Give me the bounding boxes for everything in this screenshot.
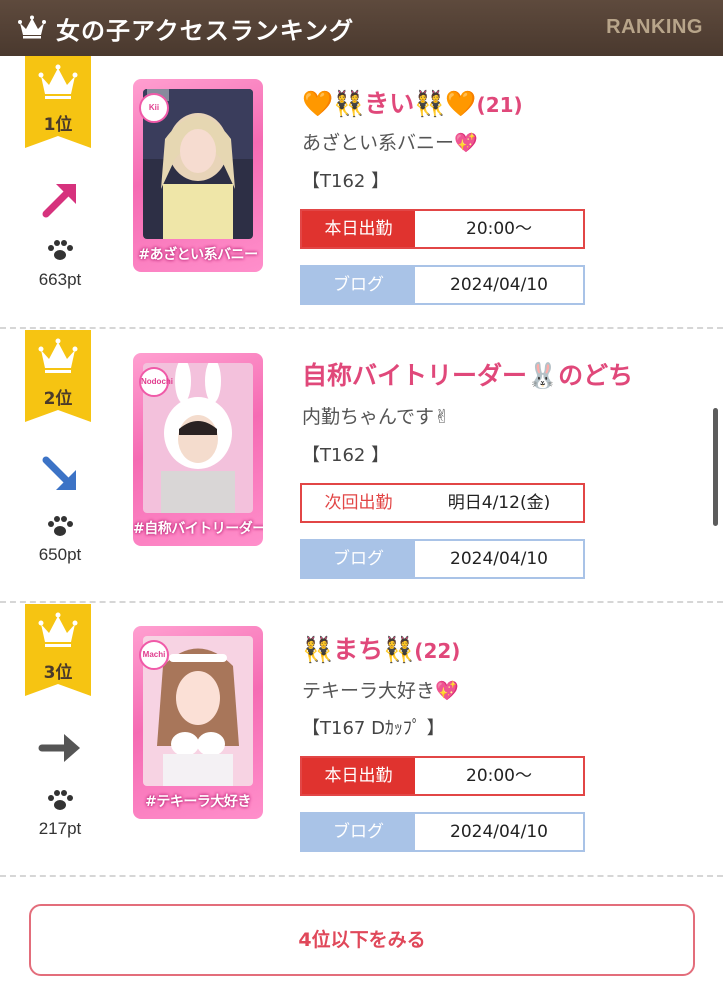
up-right-arrow-icon bbox=[42, 184, 76, 218]
catchphrase: あざとい系バニー💖 bbox=[302, 132, 478, 154]
girl-name[interactable]: 👯まち👯(22) bbox=[302, 630, 460, 666]
scrollbar[interactable] bbox=[713, 408, 718, 526]
blog-label: ブログ bbox=[302, 541, 415, 577]
paw-icon bbox=[48, 516, 73, 536]
shift-info: 次回出勤 明日4/12(金) bbox=[300, 483, 585, 523]
points-value: 663pt bbox=[38, 270, 82, 289]
right-arrow-icon bbox=[38, 734, 80, 762]
crown-icon bbox=[18, 15, 46, 39]
size-info: 【T162 】 bbox=[302, 445, 390, 466]
card-name-tag: Kii bbox=[139, 93, 169, 123]
shift-info: 本日出勤 20:00〜 bbox=[300, 209, 585, 249]
catchphrase: テキーラ大好き💖 bbox=[302, 680, 459, 702]
rank-label: 2位 bbox=[43, 389, 73, 409]
shift-label: 次回出勤 bbox=[302, 485, 415, 521]
rank-badge: 1位 bbox=[25, 56, 91, 148]
row-divider bbox=[0, 875, 723, 877]
shift-info: 本日出勤 20:00〜 bbox=[300, 756, 585, 796]
row-divider bbox=[0, 327, 723, 329]
rank-label: 3位 bbox=[43, 663, 73, 683]
paw-icon bbox=[48, 240, 73, 260]
shift-value: 20:00〜 bbox=[466, 766, 532, 786]
profile-photo-card[interactable]: Nodochi #自称バイトリーダー bbox=[133, 353, 263, 546]
blog-date: 2024/04/10 bbox=[450, 549, 548, 569]
blog-label: ブログ bbox=[302, 814, 415, 850]
blog-link[interactable]: ブログ 2024/04/10 bbox=[300, 265, 585, 305]
card-caption: #テキーラ大好き bbox=[145, 794, 251, 810]
rank-label: 1位 bbox=[43, 115, 73, 135]
row-divider bbox=[0, 601, 723, 603]
paw-icon bbox=[48, 790, 73, 810]
ranking-tag: RANKING bbox=[606, 16, 703, 38]
girl-name[interactable]: 自称バイトリーダー🐰のどち bbox=[302, 356, 633, 392]
girl-name[interactable]: 🧡👯きい👯🧡(21) bbox=[302, 84, 523, 120]
blog-link[interactable]: ブログ 2024/04/10 bbox=[300, 812, 585, 852]
shift-label: 本日出勤 bbox=[302, 758, 415, 794]
page-header: 女の子アクセスランキング RANKING bbox=[0, 0, 723, 56]
blog-label: ブログ bbox=[302, 267, 415, 303]
blog-date: 2024/04/10 bbox=[450, 822, 548, 842]
catchphrase: 内勤ちゃんです✌ bbox=[302, 406, 450, 428]
points-value: 217pt bbox=[38, 819, 82, 838]
page-title: 女の子アクセスランキング bbox=[56, 17, 355, 45]
profile-photo-card[interactable]: Kii #あざとい系バニー bbox=[133, 79, 263, 272]
profile-photo-card[interactable]: Machi #テキーラ大好き bbox=[133, 626, 263, 819]
size-info: 【T162 】 bbox=[302, 171, 390, 192]
card-name-tag: Machi bbox=[139, 640, 169, 670]
points-value: 650pt bbox=[38, 545, 82, 564]
shift-value: 20:00〜 bbox=[466, 219, 532, 239]
shift-label: 本日出勤 bbox=[302, 211, 415, 247]
rank-badge: 2位 bbox=[25, 330, 91, 422]
down-right-arrow-icon bbox=[42, 456, 76, 490]
blog-link[interactable]: ブログ 2024/04/10 bbox=[300, 539, 585, 579]
card-caption: #自称バイトリーダー bbox=[133, 521, 263, 537]
see-more-button[interactable]: 4位以下をみる bbox=[29, 904, 695, 976]
card-caption: #あざとい系バニー bbox=[138, 247, 258, 263]
rank-badge: 3位 bbox=[25, 604, 91, 696]
card-name-tag: Nodochi bbox=[139, 367, 173, 397]
size-info: 【T167 Dｶｯﾌﾟ 】 bbox=[302, 718, 445, 739]
blog-date: 2024/04/10 bbox=[450, 275, 548, 295]
shift-value: 明日4/12(金) bbox=[447, 493, 551, 513]
